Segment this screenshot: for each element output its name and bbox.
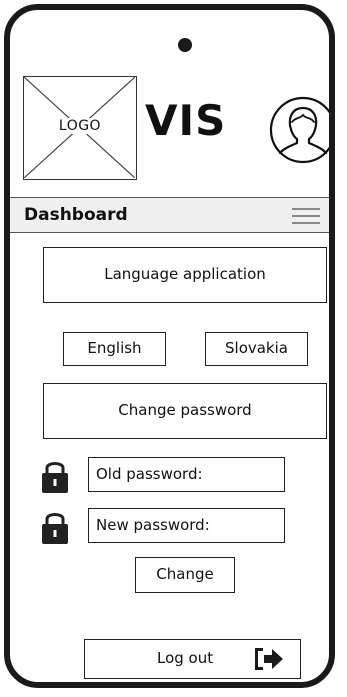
hamburger-menu-icon[interactable] — [292, 208, 320, 224]
logout-button[interactable]: Log out — [84, 639, 301, 679]
change-button[interactable]: Change — [135, 557, 235, 593]
logout-arrow-icon — [255, 648, 283, 670]
user-avatar-icon[interactable] — [268, 95, 335, 165]
app-title: VIS — [145, 96, 227, 145]
change-password-heading: Change password — [43, 383, 327, 439]
logo-text: LOGO — [55, 118, 105, 134]
logo-placeholder: LOGO — [23, 76, 137, 180]
phone-frame: LOGO VIS Dashboard Language application … — [4, 4, 335, 688]
camera-dot — [178, 38, 192, 52]
dashboard-title: Dashboard — [24, 205, 128, 225]
lock-icon — [42, 462, 68, 493]
language-application-heading: Language application — [43, 247, 327, 303]
lock-icon — [42, 513, 68, 544]
logout-label: Log out — [157, 649, 214, 667]
english-button[interactable]: English — [63, 332, 166, 366]
dashboard-bar: Dashboard — [10, 197, 329, 233]
new-password-field[interactable]: New password: — [88, 508, 285, 543]
old-password-field[interactable]: Old password: — [88, 457, 285, 492]
slovakia-button[interactable]: Slovakia — [205, 332, 308, 366]
